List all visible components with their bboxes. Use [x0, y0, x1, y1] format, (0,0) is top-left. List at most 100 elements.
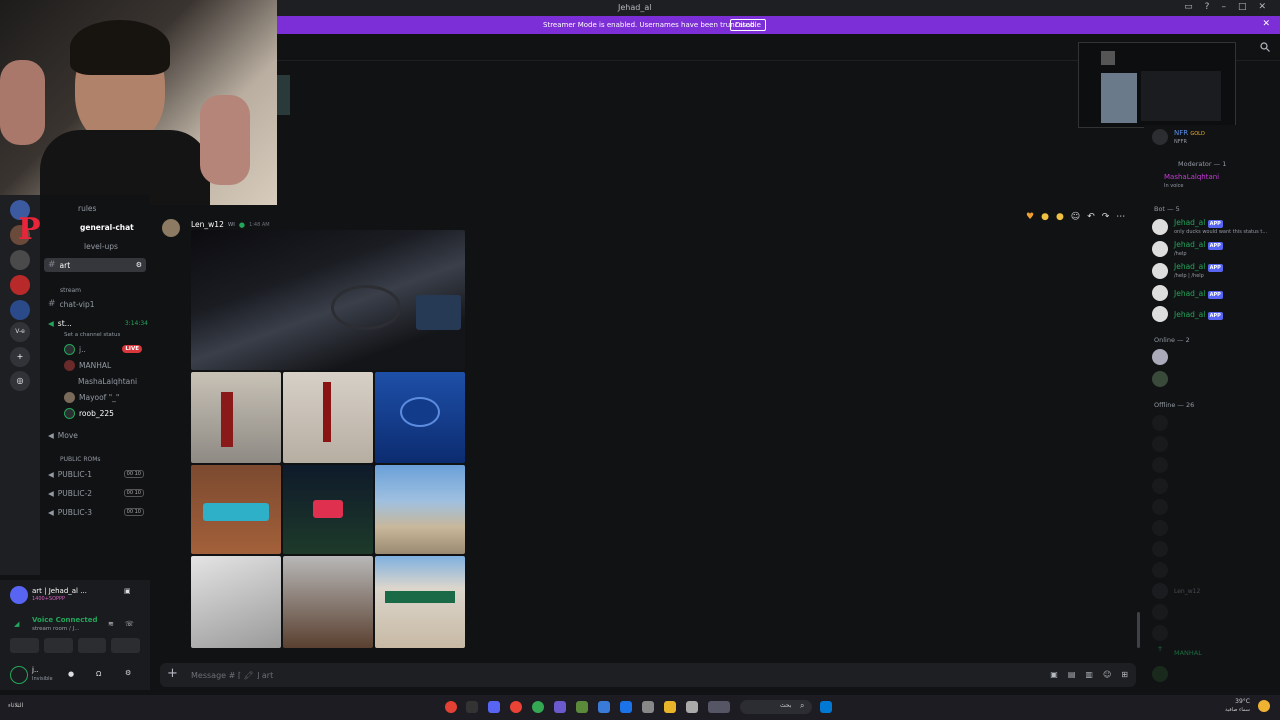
image-2[interactable] — [283, 372, 373, 463]
heart-reaction-icon[interactable]: ♥ — [1026, 212, 1034, 222]
settings-icon[interactable]: ⚙ — [136, 261, 142, 269]
voice-user[interactable]: j.. LIVE — [64, 342, 142, 356]
weather-temp[interactable]: 39°C — [1235, 698, 1250, 705]
bot-item[interactable]: Jehad_al APP/help | /help — [1152, 262, 1223, 279]
reply-icon[interactable]: ↶ — [1087, 212, 1095, 222]
add-attachment-icon[interactable]: + — [167, 666, 178, 681]
server-icon[interactable] — [10, 250, 30, 270]
maximize-icon[interactable]: □ — [1238, 2, 1247, 12]
member-item[interactable] — [1152, 666, 1168, 682]
add-server-icon[interactable]: + — [10, 347, 30, 367]
minecraft-icon[interactable] — [576, 701, 588, 713]
member-item[interactable] — [1152, 415, 1168, 431]
member-item[interactable] — [1152, 349, 1168, 365]
member-item[interactable] — [1152, 520, 1168, 536]
disable-button[interactable]: Disable — [730, 19, 766, 31]
message-input[interactable]: Message # ⌈ 🖍 ⌋ art — [191, 671, 273, 680]
image-8[interactable] — [283, 556, 373, 648]
disconnect-icon[interactable]: ☏ — [125, 620, 134, 628]
app-icon[interactable] — [620, 701, 632, 713]
laugh-reaction-icon[interactable]: ● — [1056, 212, 1064, 222]
member-item[interactable] — [1152, 604, 1168, 620]
image-car-dashboard[interactable] — [191, 230, 465, 370]
member-item[interactable]: NFR GOLD NFFR — [1152, 129, 1205, 145]
gif-icon[interactable]: ▤ — [1068, 670, 1076, 679]
screenshare-button[interactable] — [43, 638, 73, 653]
voice-user[interactable]: MANHAL — [64, 358, 111, 372]
member-item[interactable] — [1152, 478, 1168, 494]
member-item[interactable] — [1152, 625, 1168, 641]
image-6[interactable] — [375, 465, 465, 554]
bot-item[interactable]: Jehad_al APP/help — [1152, 240, 1223, 257]
user-settings-icon[interactable]: ⚙ — [125, 669, 131, 677]
member-item[interactable]: MashaLalqhtani In voice — [1164, 173, 1219, 189]
member-item[interactable] — [1152, 436, 1168, 452]
inbox-icon[interactable]: ▭ — [1184, 2, 1193, 12]
discover-icon[interactable]: ◎ — [10, 371, 30, 391]
chrome-icon[interactable] — [445, 701, 457, 713]
gift-icon[interactable]: ▣ — [1050, 670, 1058, 679]
message-author[interactable]: Len_w12 — [191, 220, 224, 229]
image-9[interactable] — [375, 556, 465, 648]
search-icon[interactable] — [1260, 42, 1270, 52]
emoji-icon[interactable]: ☺ — [1103, 670, 1111, 679]
headphones-icon[interactable]: Ω — [96, 670, 101, 678]
noise-suppression-icon[interactable]: ≋ — [108, 620, 114, 628]
server-icon[interactable] — [10, 275, 30, 295]
close-window-icon[interactable]: ✕ — [1258, 2, 1266, 12]
channel-levelups[interactable]: level-ups — [84, 239, 118, 253]
member-item[interactable]: ☥ MANHAL — [1152, 645, 1202, 661]
add-reaction-icon[interactable]: ☺ — [1071, 212, 1080, 222]
help-icon[interactable]: ? — [1205, 2, 1210, 12]
app-icon[interactable] — [686, 701, 698, 713]
avatar[interactable] — [10, 666, 28, 684]
voice-channel-public-3[interactable]: ◀ PUBLIC-3 00 10 — [48, 505, 144, 519]
voice-channel-move[interactable]: ◀ Move — [48, 428, 78, 442]
mic-icon[interactable]: ● — [68, 670, 74, 678]
category-stream[interactable]: stream — [60, 283, 81, 297]
minimize-icon[interactable]: – — [1221, 2, 1226, 12]
discord-taskbar-icon[interactable] — [488, 701, 500, 713]
browser-icon[interactable] — [532, 701, 544, 713]
widgets-icon[interactable] — [708, 701, 730, 713]
forward-icon[interactable]: ↷ — [1102, 212, 1110, 222]
soundboard-button[interactable] — [111, 638, 140, 653]
sticker-icon[interactable]: ▥ — [1085, 670, 1093, 679]
channel-general[interactable]: general-chat — [80, 220, 134, 234]
activity-button[interactable] — [77, 638, 107, 653]
image-7[interactable] — [191, 556, 281, 648]
server-ve[interactable]: V-e — [10, 322, 30, 342]
voice-channel-public-1[interactable]: ◀ PUBLIC-1 00 10 — [48, 467, 144, 481]
app-icon[interactable] — [598, 701, 610, 713]
member-item[interactable] — [1152, 371, 1168, 387]
member-item[interactable] — [1152, 457, 1168, 473]
voice-user[interactable]: roob_225 — [64, 406, 114, 420]
server-icon[interactable] — [10, 300, 30, 320]
scrollbar[interactable] — [1137, 612, 1140, 648]
channel-status-hint[interactable]: Set a channel status — [64, 328, 120, 342]
apps-icon[interactable]: ⊞ — [1121, 670, 1128, 679]
voice-user[interactable]: MashaLalqhtani — [78, 374, 137, 388]
browser-icon[interactable] — [510, 701, 522, 713]
bot-item[interactable]: Jehad_al APP — [1152, 306, 1223, 322]
image-5[interactable] — [283, 465, 373, 554]
member-item[interactable] — [1152, 562, 1168, 578]
screen-icon[interactable]: ▣ — [124, 587, 131, 595]
voice-user[interactable]: Mayoof "_" — [64, 390, 119, 404]
channel-art[interactable]: # art ⚙ — [44, 258, 146, 272]
member-item[interactable] — [1152, 499, 1168, 515]
folder-icon[interactable] — [664, 701, 676, 713]
message-composer[interactable]: + Message # ⌈ 🖍 ⌋ art ▣ ▤ ▥ ☺ ⊞ — [160, 663, 1136, 687]
channel-chat-vip[interactable]: # chat-vip1 — [48, 297, 95, 311]
username[interactable]: j.. — [32, 666, 38, 674]
camera-button[interactable] — [10, 638, 39, 653]
search-box[interactable]: بحث ⌕ — [740, 700, 812, 714]
more-icon[interactable]: ⋯ — [1116, 212, 1125, 222]
app-icon[interactable] — [642, 701, 654, 713]
member-item[interactable]: Len_w12 — [1152, 583, 1200, 599]
app-icon[interactable] — [466, 701, 478, 713]
avatar[interactable] — [162, 219, 180, 237]
clock[interactable]: الثلاثاء — [8, 702, 23, 709]
image-4[interactable] — [191, 465, 281, 554]
channel-rules[interactable]: rules — [78, 201, 96, 215]
